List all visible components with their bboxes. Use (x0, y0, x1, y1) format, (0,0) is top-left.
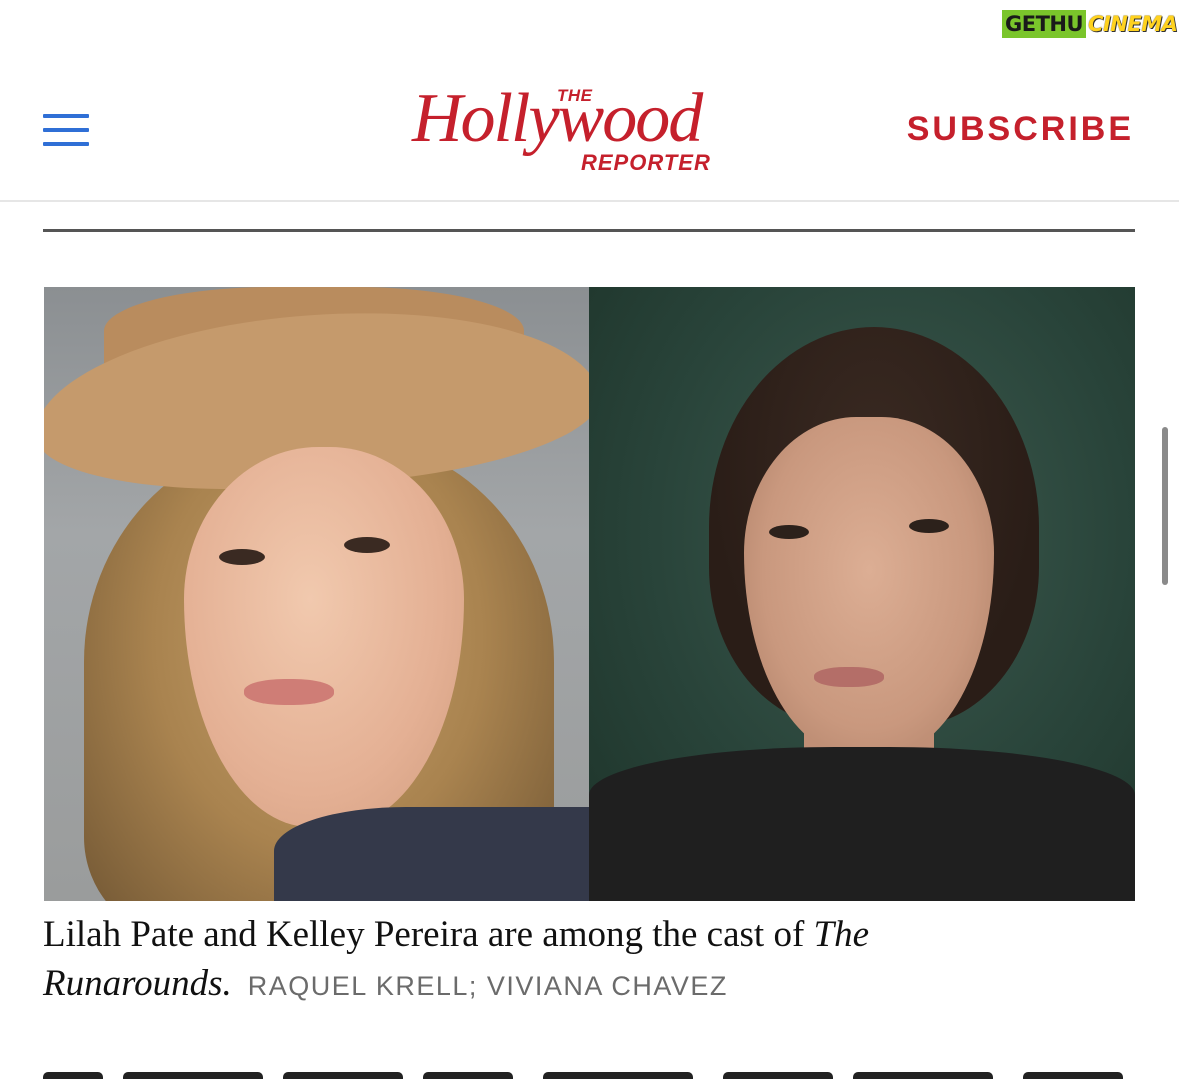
site-logo[interactable]: Hollywood THE REPORTER (412, 82, 772, 178)
menu-bar (43, 128, 89, 132)
photo-credit: RAQUEL KRELL; VIVIANA CHAVEZ (247, 971, 728, 1001)
site-header: Hollywood THE REPORTER SUBSCRIBE (0, 0, 1179, 202)
logo-the-text: THE (557, 86, 593, 105)
article-hero-image (44, 287, 1135, 901)
caption-text: Lilah Pate and Kelley Pereira are among … (43, 914, 814, 955)
hamburger-menu-icon[interactable] (43, 114, 89, 148)
article-body-cutoff (43, 1066, 1143, 1079)
article-page: GETHU CINEMA Hollywood THE REPORTER SUBS… (0, 0, 1179, 1079)
portrait-left (44, 287, 589, 901)
menu-bar (43, 142, 89, 146)
scrollbar-thumb[interactable] (1162, 427, 1168, 585)
portrait-right (589, 287, 1135, 901)
subscribe-button[interactable]: SUBSCRIBE (907, 110, 1134, 149)
image-caption: Lilah Pate and Kelley Pereira are among … (43, 910, 1043, 1011)
logo-reporter-text: REPORTER (581, 150, 711, 175)
section-divider (43, 229, 1135, 232)
menu-bar (43, 114, 89, 118)
